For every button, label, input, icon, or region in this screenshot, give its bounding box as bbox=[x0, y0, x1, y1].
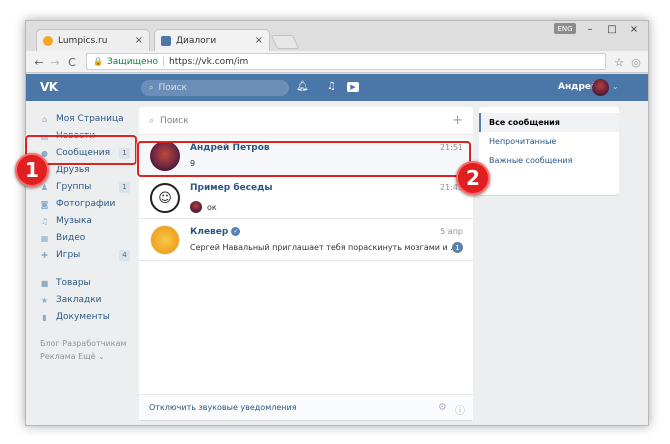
lock-icon: 🔒 bbox=[93, 57, 103, 66]
dialogs-search-input[interactable]: ⌕ Поиск + bbox=[139, 107, 473, 135]
step-marker-1: 1 bbox=[15, 153, 49, 187]
menu-item-music[interactable]: ♫ Музыка bbox=[40, 213, 130, 229]
gear-icon[interactable]: ⚙ bbox=[438, 402, 447, 413]
minimize-button[interactable]: – bbox=[580, 21, 600, 37]
menu-item-video[interactable]: ▦ Видео bbox=[40, 230, 130, 246]
conversation-row[interactable]: Клевер ✓ 5 апр Сергей Навальный приглашае… bbox=[139, 219, 473, 261]
language-badge: ENG bbox=[554, 23, 576, 34]
menu-icon[interactable]: ⋮ bbox=[642, 54, 649, 70]
sender-avatar bbox=[190, 201, 202, 213]
menu-item-bookmarks[interactable]: ★ Закладки bbox=[40, 292, 130, 308]
conversation-message: ок bbox=[190, 201, 217, 213]
groups-count-badge: 1 bbox=[119, 181, 130, 193]
lumpics-favicon-icon bbox=[43, 35, 53, 46]
avatar[interactable] bbox=[592, 79, 609, 96]
bell-icon[interactable]: 🔔︎ bbox=[296, 81, 309, 92]
menu-item-label: Фотографии bbox=[56, 199, 116, 209]
bookmark-star-icon[interactable]: ☆ bbox=[612, 54, 626, 70]
header-search-placeholder: Поиск bbox=[158, 83, 187, 93]
back-button[interactable]: ← bbox=[32, 54, 46, 70]
message-text: ок bbox=[207, 202, 217, 212]
search-icon: ⌕ bbox=[149, 115, 155, 126]
close-tab-icon[interactable]: × bbox=[255, 35, 263, 46]
vk-favicon-icon bbox=[161, 35, 171, 46]
conversation-name: Клевер ✓ bbox=[190, 227, 241, 237]
close-tab-icon[interactable]: × bbox=[135, 35, 143, 46]
message-text: Сергей Навальный приглашает тебя пораски… bbox=[190, 243, 459, 252]
tab-dialogs[interactable]: Диалоги × bbox=[154, 29, 270, 51]
address-separator: | bbox=[162, 56, 166, 67]
header-search-input[interactable]: ⌕ Поиск bbox=[141, 80, 289, 96]
games-count-badge: 4 bbox=[119, 249, 130, 261]
menu-item-label: Игры bbox=[56, 250, 81, 260]
video-icon: ▦ bbox=[40, 233, 49, 243]
disable-sound-link[interactable]: Отключить звуковые уведомления bbox=[149, 403, 297, 412]
unread-badge: 1 bbox=[452, 242, 463, 253]
reload-button[interactable]: C bbox=[65, 54, 79, 70]
vk-page: VK ⌕ Поиск 🔔︎ ♫ ▶ Андрей ⌄ ⌂ Моя Страниц… bbox=[26, 74, 648, 425]
maximize-button[interactable]: □ bbox=[602, 21, 622, 37]
new-tab-button[interactable] bbox=[270, 35, 300, 49]
step-marker-2: 2 bbox=[456, 161, 490, 195]
menu-item-documents[interactable]: ▮ Документы bbox=[40, 309, 130, 325]
browser-toolbar: ← → C 🔒 Защищено | https://vk.com/im ☆ ◎… bbox=[26, 51, 648, 73]
conversation-message: Сергей Навальный приглашает тебя пораски… bbox=[190, 243, 458, 252]
chevron-down-icon[interactable]: ⌄ bbox=[612, 82, 619, 91]
conversation-name: Пример беседы bbox=[190, 183, 273, 193]
home-icon: ⌂ bbox=[41, 114, 48, 124]
filter-unread[interactable]: Непрочитанные bbox=[479, 132, 619, 151]
info-icon[interactable]: ⓘ bbox=[455, 402, 465, 417]
close-window-button[interactable]: × bbox=[624, 21, 644, 37]
camera-icon: ◙ bbox=[40, 199, 49, 209]
dialogs-footer: Отключить звуковые уведомления ⚙ ⓘ bbox=[139, 394, 473, 420]
browser-window: Lumpics.ru × Диалоги × ENG – □ × ← → C 🔒… bbox=[25, 20, 649, 426]
search-icon: ⌕ bbox=[149, 83, 154, 92]
forward-button[interactable]: → bbox=[48, 54, 62, 70]
menu-item-label: Закладки bbox=[56, 295, 102, 305]
menu-item-label: Документы bbox=[56, 312, 110, 322]
avatar bbox=[150, 225, 180, 255]
play-icon[interactable]: ▶ bbox=[347, 82, 359, 92]
conversation-name-text: Клевер bbox=[190, 227, 229, 237]
footer-links-line2[interactable]: Реклама Ещё ⌄ bbox=[40, 352, 105, 361]
vk-header: VK ⌕ Поиск 🔔︎ ♫ ▶ Андрей ⌄ bbox=[26, 74, 648, 101]
gamepad-icon: ✚ bbox=[41, 250, 48, 260]
menu-item-groups[interactable]: ♟ Группы 1 bbox=[40, 179, 130, 195]
music-note-icon[interactable]: ♫ bbox=[327, 81, 336, 92]
extension-icon[interactable]: ◎ bbox=[629, 54, 643, 70]
tab-strip: Lumpics.ru × Диалоги × ENG – □ × bbox=[26, 21, 648, 51]
filter-all-messages[interactable]: Все сообщения bbox=[479, 113, 619, 132]
vk-logo[interactable]: VK bbox=[40, 80, 58, 94]
bag-icon: ■ bbox=[40, 278, 49, 288]
document-icon: ▮ bbox=[42, 312, 47, 322]
menu-item-label: Друзья bbox=[56, 165, 90, 175]
message-filters: Все сообщения Непрочитанные Важные сообщ… bbox=[479, 107, 619, 195]
menu-item-games[interactable]: ✚ Игры 4 bbox=[40, 247, 130, 263]
conversation-row[interactable]: ☺ Пример беседы 21:49 ок bbox=[139, 177, 473, 219]
menu-item-label: Группы bbox=[56, 182, 92, 192]
music-icon: ♫ bbox=[40, 216, 49, 226]
menu-item-goods[interactable]: ■ Товары bbox=[40, 275, 130, 291]
menu-item-label: Моя Страница bbox=[56, 114, 124, 124]
menu-item-label: Музыка bbox=[56, 216, 92, 226]
url-text: https://vk.com/im bbox=[169, 56, 249, 67]
smiley-avatar-icon: ☺ bbox=[150, 183, 180, 213]
footer-links-line1[interactable]: Блог Разработчикам bbox=[40, 339, 126, 348]
menu-item-label: Товары bbox=[56, 278, 91, 288]
menu-item-label: Видео bbox=[56, 233, 86, 243]
secure-label: Защищено bbox=[106, 56, 158, 67]
highlight-conversation-box bbox=[137, 141, 471, 177]
tab-title: Диалоги bbox=[176, 35, 217, 46]
address-bar[interactable]: 🔒 Защищено | https://vk.com/im bbox=[86, 53, 606, 70]
menu-item-my-page[interactable]: ⌂ Моя Страница bbox=[40, 111, 130, 127]
menu-item-photos[interactable]: ◙ Фотографии bbox=[40, 196, 130, 212]
dialogs-search-placeholder: Поиск bbox=[160, 115, 189, 126]
verified-icon: ✓ bbox=[231, 227, 241, 236]
tab-title: Lumpics.ru bbox=[58, 35, 108, 46]
tab-lumpics[interactable]: Lumpics.ru × bbox=[36, 29, 150, 51]
new-conversation-plus-icon[interactable]: + bbox=[452, 113, 463, 128]
filter-important[interactable]: Важные сообщения bbox=[479, 151, 619, 170]
star-icon: ★ bbox=[40, 295, 49, 305]
conversation-time: 5 апр bbox=[440, 227, 463, 236]
